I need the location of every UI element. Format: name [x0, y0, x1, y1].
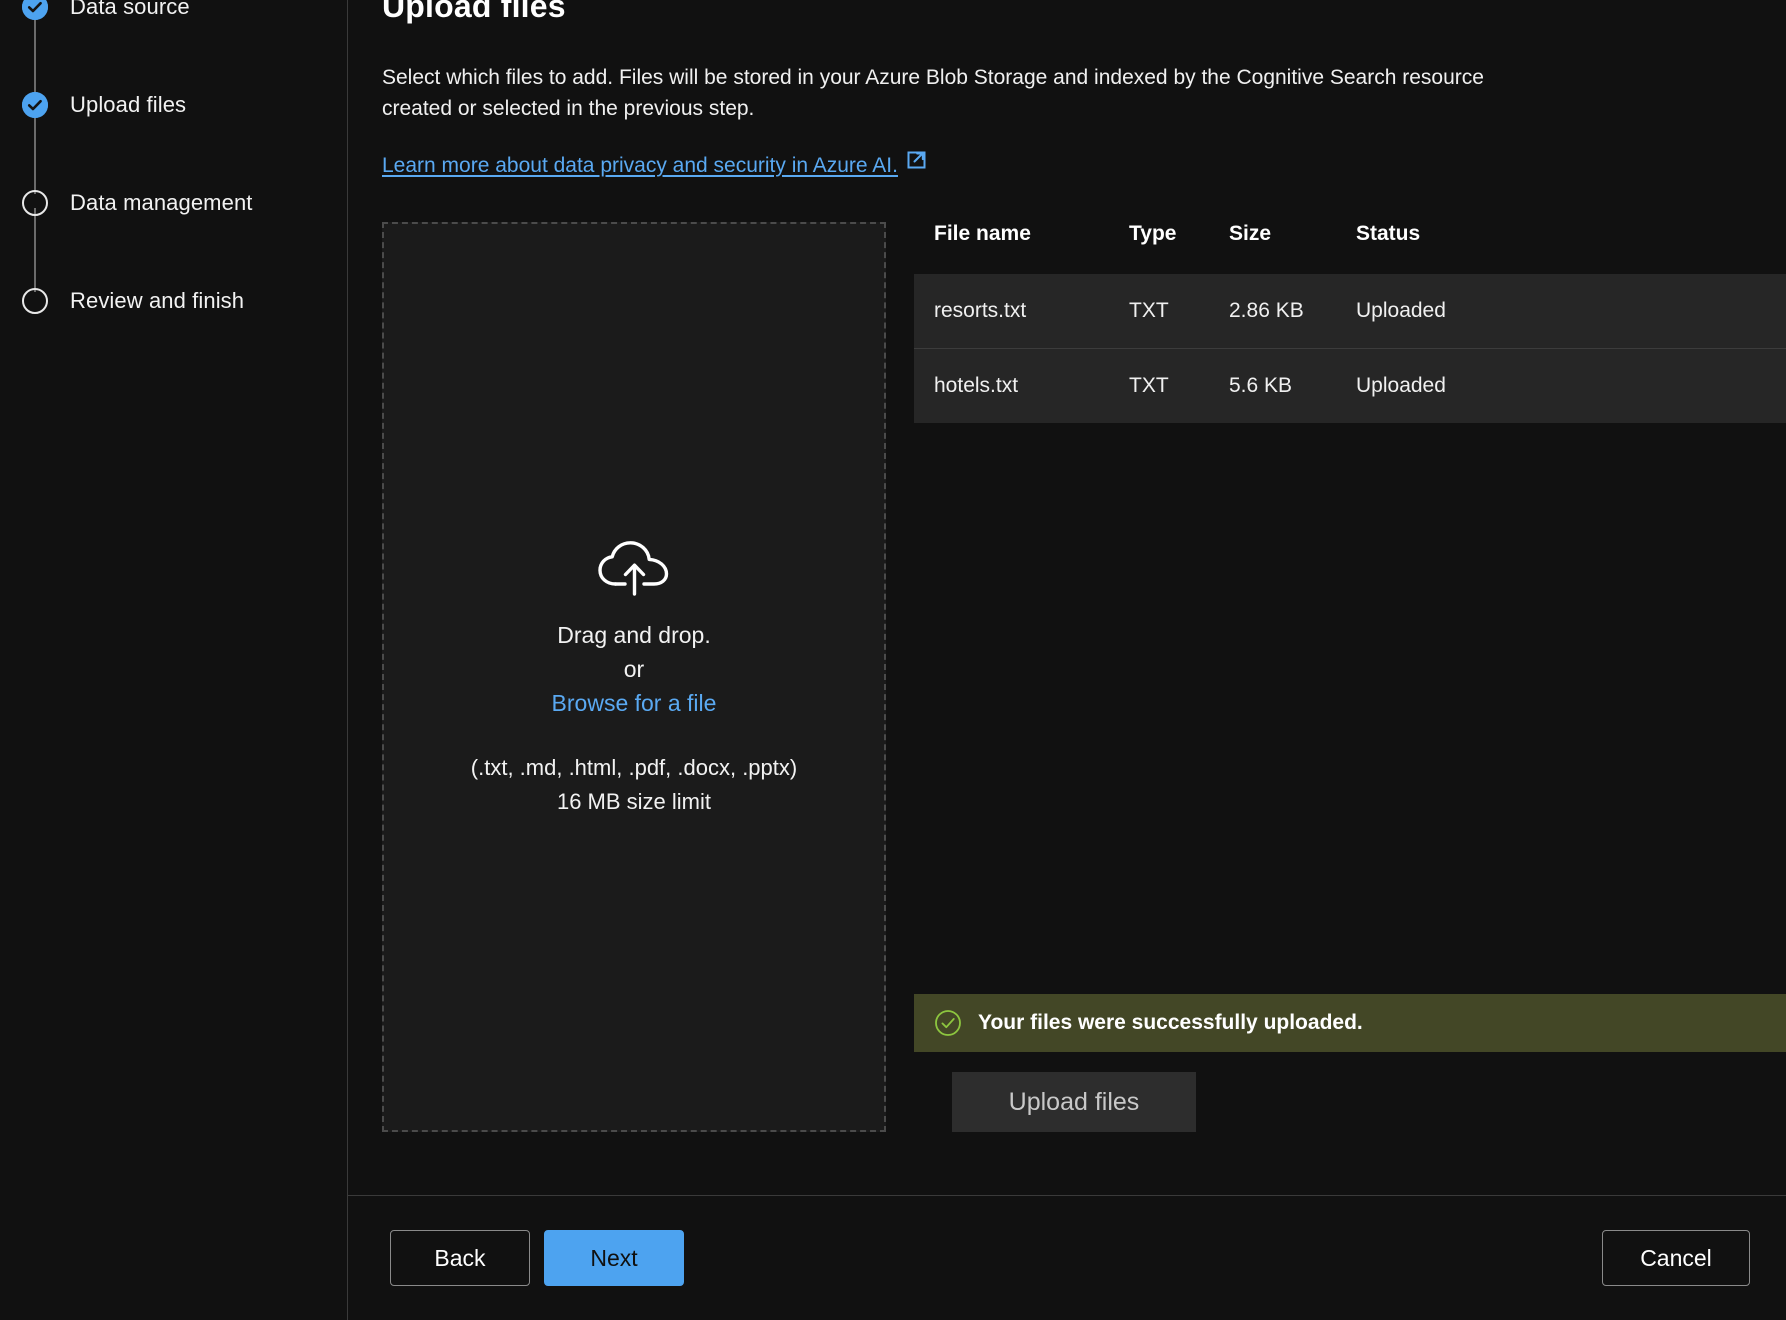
- footer-right-actions: Cancel: [1602, 1230, 1750, 1286]
- table-row[interactable]: hotels.txt TXT 5.6 KB Uploaded: [914, 348, 1786, 423]
- wizard-footer: Back Next Cancel: [348, 1195, 1786, 1320]
- table-header: File name Type Size Status: [914, 222, 1786, 274]
- sidebar-item-label: Upload files: [70, 92, 187, 117]
- column-header-size[interactable]: Size: [1229, 222, 1356, 274]
- next-button[interactable]: Next: [544, 1230, 684, 1286]
- sidebar-item-label: Data management: [70, 190, 253, 215]
- sidebar-item-data-management[interactable]: Data management: [0, 182, 347, 224]
- content-area: Upload files Select which files to add. …: [348, 0, 1786, 1195]
- empty-circle-icon: [22, 190, 48, 216]
- cell-file-type: TXT: [1129, 274, 1229, 349]
- check-circle-icon: [22, 0, 48, 20]
- learn-more-link-row[interactable]: Learn more about data privacy and securi…: [382, 151, 928, 178]
- uploaded-files-column: File name Type Size Status resorts.txt T…: [914, 222, 1786, 1132]
- column-header-status[interactable]: Status: [1356, 222, 1786, 274]
- upload-actions-area: Your files were successfully uploaded. U…: [914, 994, 1786, 1132]
- cell-file-name: resorts.txt: [914, 274, 1129, 349]
- step-connector-1: [34, 12, 36, 96]
- check-circle-outline-icon: [934, 1009, 962, 1037]
- table-row[interactable]: resorts.txt TXT 2.86 KB Uploaded: [914, 274, 1786, 349]
- status-badge: Uploaded: [1356, 274, 1786, 349]
- main-panel: Upload files Select which files to add. …: [348, 0, 1786, 1320]
- dropzone-supported-formats: (.txt, .md, .html, .pdf, .docx, .pptx): [470, 754, 798, 780]
- dropzone-size-limit: 16 MB size limit: [556, 788, 712, 814]
- browse-for-file-link[interactable]: Browse for a file: [552, 690, 717, 717]
- page-title: Upload files: [382, 0, 566, 24]
- learn-more-link[interactable]: Learn more about data privacy and securi…: [382, 154, 898, 178]
- cancel-button[interactable]: Cancel: [1602, 1230, 1750, 1286]
- dropzone-instruction: Drag and drop.: [557, 621, 711, 648]
- upload-body: Drag and drop. or Browse for a file (.tx…: [382, 222, 1786, 1132]
- footer-left-actions: Back Next: [390, 1230, 684, 1286]
- sidebar-item-label: Review and finish: [70, 288, 245, 313]
- empty-circle-icon: [22, 288, 48, 314]
- stepper-list: Data source Upload files Data management…: [0, 0, 347, 322]
- cell-file-size: 2.86 KB: [1229, 274, 1356, 349]
- sidebar-item-upload-files[interactable]: Upload files: [0, 84, 347, 126]
- cell-file-size: 5.6 KB: [1229, 348, 1356, 423]
- table-header-row: File name Type Size Status: [914, 222, 1786, 274]
- sidebar-item-review-and-finish[interactable]: Review and finish: [0, 280, 347, 322]
- sidebar-item-label: Data source: [70, 0, 190, 19]
- step-connector-3: [34, 208, 36, 292]
- back-button[interactable]: Back: [390, 1230, 530, 1286]
- cell-file-type: TXT: [1129, 348, 1229, 423]
- step-connector-2: [34, 110, 36, 194]
- check-circle-icon: [22, 92, 48, 118]
- cloud-upload-icon: [597, 540, 671, 596]
- status-badge: Uploaded: [1356, 348, 1786, 423]
- page-description: Select which files to add. Files will be…: [382, 66, 1484, 120]
- uploaded-files-table: File name Type Size Status resorts.txt T…: [914, 222, 1786, 423]
- column-header-type[interactable]: Type: [1129, 222, 1229, 274]
- sidebar-item-data-source[interactable]: Data source: [0, 0, 347, 28]
- dropzone-or-label: or: [623, 655, 645, 682]
- upload-files-wizard: Data source Upload files Data management…: [0, 0, 1786, 1320]
- wizard-stepper-sidebar: Data source Upload files Data management…: [0, 0, 348, 1320]
- table-body: resorts.txt TXT 2.86 KB Uploaded hotels.…: [914, 274, 1786, 423]
- upload-files-button[interactable]: Upload files: [952, 1072, 1196, 1132]
- file-dropzone[interactable]: Drag and drop. or Browse for a file (.tx…: [382, 222, 886, 1132]
- success-banner: Your files were successfully uploaded.: [914, 994, 1786, 1052]
- column-header-file-name[interactable]: File name: [914, 222, 1129, 274]
- cell-file-name: hotels.txt: [914, 348, 1129, 423]
- success-banner-message: Your files were successfully uploaded.: [978, 1011, 1363, 1034]
- external-link-icon: [906, 148, 928, 170]
